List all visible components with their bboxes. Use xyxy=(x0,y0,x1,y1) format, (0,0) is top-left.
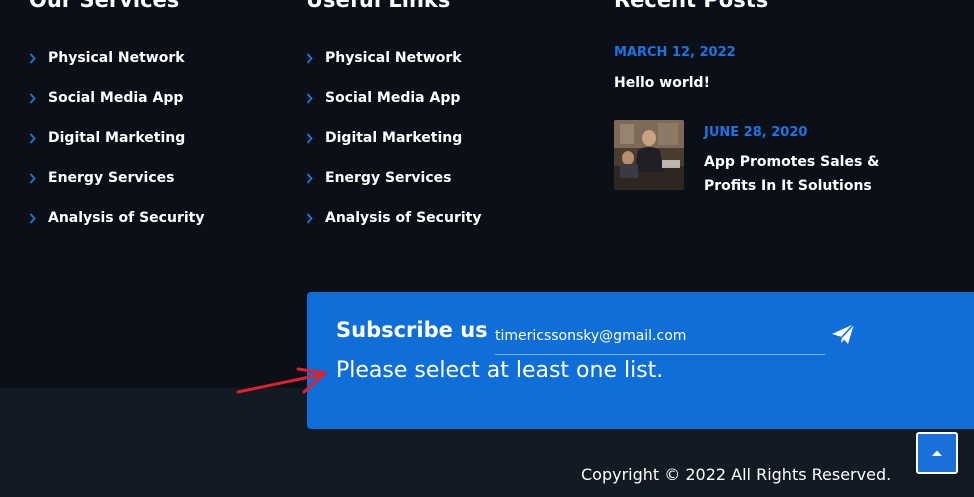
useful-link-analysis-of-security[interactable]: Analysis of Security xyxy=(306,208,481,248)
chevron-right-icon xyxy=(29,168,45,188)
post-date: JUNE 28, 2020 xyxy=(704,125,808,140)
send-button[interactable] xyxy=(825,320,861,348)
useful-link-label: Analysis of Security xyxy=(325,210,482,226)
chevron-right-icon xyxy=(306,48,322,68)
chevron-up-icon xyxy=(931,449,943,457)
services-link-physical-network[interactable]: Physical Network xyxy=(29,48,204,88)
services-link-energy-services[interactable]: Energy Services xyxy=(29,168,204,208)
useful-link-social-media-app[interactable]: Social Media App xyxy=(306,88,481,128)
chevron-right-icon xyxy=(29,208,45,228)
subscribe-title: Subscribe us xyxy=(336,318,488,342)
services-link-label: Physical Network xyxy=(48,50,185,66)
services-list: Physical Network Social Media App Digita… xyxy=(29,48,204,248)
copyright-text: Copyright © 2022 All Rights Reserved. xyxy=(581,465,892,484)
chevron-right-icon xyxy=(306,88,322,108)
chevron-right-icon xyxy=(306,208,322,228)
useful-link-energy-services[interactable]: Energy Services xyxy=(306,168,481,208)
post-title-link[interactable]: App Promotes Sales & Profits In It Solut… xyxy=(704,150,884,198)
services-link-social-media-app[interactable]: Social Media App xyxy=(29,88,204,128)
chevron-right-icon xyxy=(306,128,322,148)
services-link-digital-marketing[interactable]: Digital Marketing xyxy=(29,128,204,168)
useful-link-label: Physical Network xyxy=(325,50,462,66)
useful-link-physical-network[interactable]: Physical Network xyxy=(306,48,481,88)
useful-links-title: Useful Links xyxy=(306,0,451,12)
post-title-link[interactable]: Hello world! xyxy=(614,71,814,95)
useful-link-label: Social Media App xyxy=(325,90,461,106)
chevron-right-icon xyxy=(29,88,45,108)
useful-link-label: Digital Marketing xyxy=(325,130,463,146)
useful-links-list: Physical Network Social Media App Digita… xyxy=(306,48,481,248)
services-link-label: Energy Services xyxy=(48,170,175,186)
services-link-label: Social Media App xyxy=(48,90,184,106)
useful-link-label: Energy Services xyxy=(325,170,452,186)
chevron-right-icon xyxy=(29,128,45,148)
email-input[interactable] xyxy=(495,318,825,355)
services-title: Our Services xyxy=(29,0,180,12)
annotation-arrow-icon xyxy=(232,362,332,402)
post-thumbnail[interactable] xyxy=(614,120,684,190)
useful-link-digital-marketing[interactable]: Digital Marketing xyxy=(306,128,481,168)
paper-plane-icon xyxy=(831,323,855,345)
back-to-top-button[interactable] xyxy=(916,432,958,474)
subscribe-message: Please select at least one list. xyxy=(336,358,664,383)
services-link-label: Digital Marketing xyxy=(48,130,186,146)
recent-posts-title: Recent Posts xyxy=(614,0,769,12)
chevron-right-icon xyxy=(306,168,322,188)
chevron-right-icon xyxy=(29,48,45,68)
services-link-label: Analysis of Security xyxy=(48,210,205,226)
subscribe-box: Subscribe us Please select at least one … xyxy=(307,292,974,429)
services-link-analysis-of-security[interactable]: Analysis of Security xyxy=(29,208,204,248)
post-date: MARCH 12, 2022 xyxy=(614,45,736,60)
